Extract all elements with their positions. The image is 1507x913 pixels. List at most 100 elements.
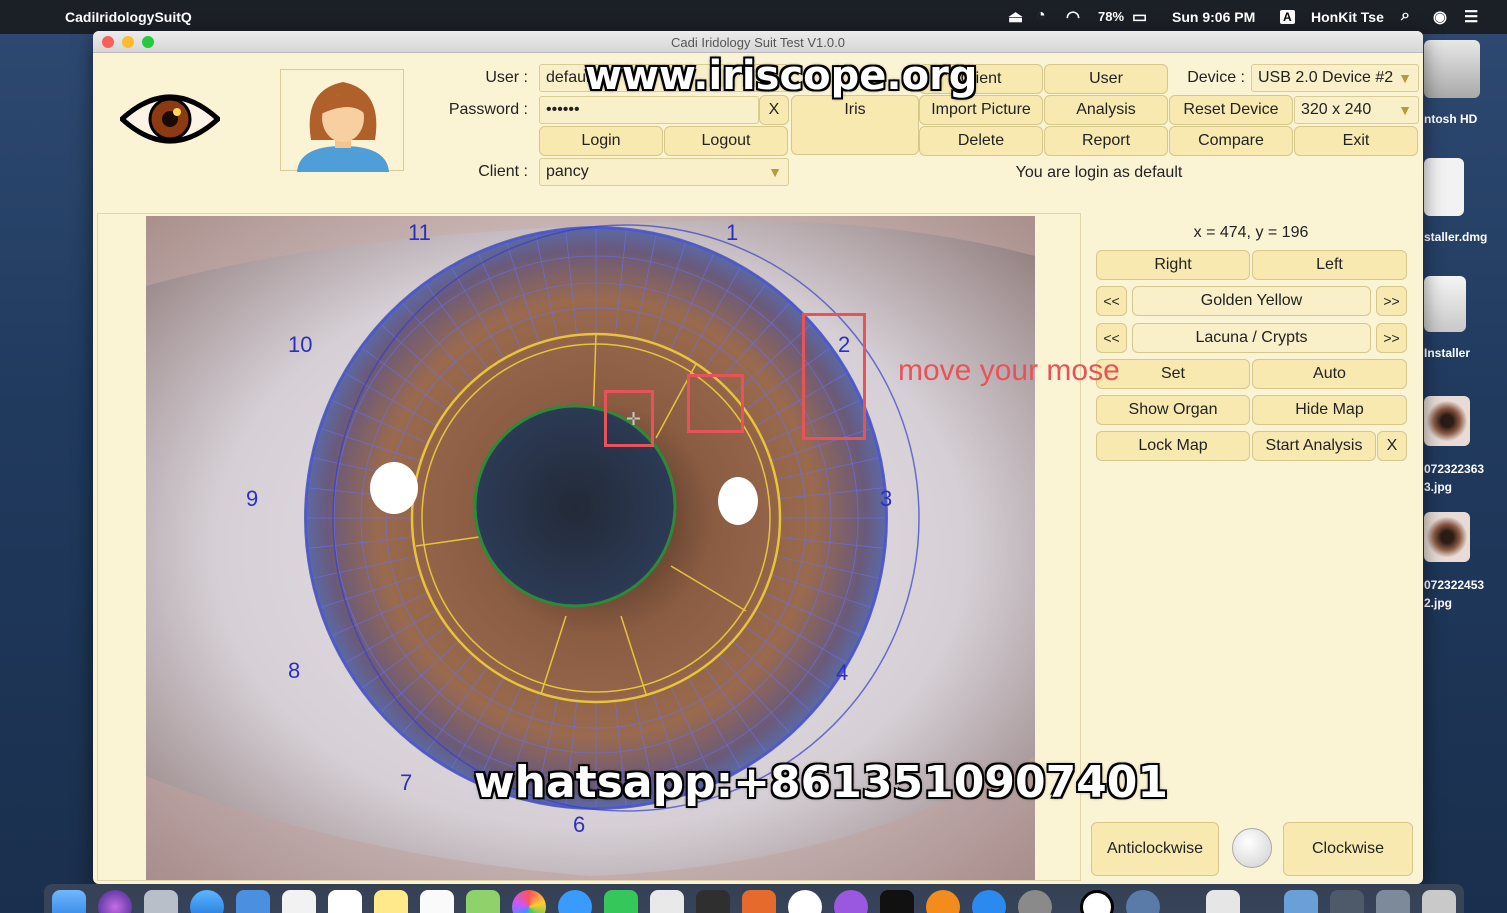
desktop-icon-label: 3.jpg [1424,480,1453,494]
device-select-value: USB 2.0 Device #2 [1258,69,1394,86]
user-button[interactable]: User [1044,64,1168,94]
resolution-select-value: 320 x 240 [1301,101,1372,118]
chevron-down-icon: ▼ [768,164,782,180]
downloads-folder-icon[interactable] [1284,890,1318,913]
password-field[interactable]: •••••• [539,96,759,124]
input-source[interactable]: A [1280,10,1295,24]
trash-icon[interactable] [1422,890,1456,913]
user-avatar-frame [280,69,404,172]
reset-device-button[interactable]: Reset Device [1169,95,1293,125]
coordinates-readout: x = 474, y = 196 [1193,224,1309,241]
folder-stack-icon[interactable] [1376,890,1410,913]
wifi-icon[interactable]: ◠ [1066,7,1080,27]
watermark-website: www.iriscope.org [585,53,978,99]
left-eye-button[interactable]: Left [1252,250,1407,280]
avatar [297,82,389,172]
next-feature-button[interactable]: >> [1376,323,1407,353]
watermark-whatsapp: whatsapp:+8613510907401 [474,757,1169,808]
clock-number: 7 [400,770,412,795]
status-circle-icon[interactable]: ◔ [1036,7,1046,25]
launchpad-icon[interactable] [144,890,178,913]
battery-percent[interactable]: 78% [1098,9,1124,24]
notes-icon[interactable] [374,890,408,913]
hard-drive-icon [1424,40,1480,98]
rotation-knob[interactable] [1232,828,1272,868]
report-button[interactable]: Report [1044,126,1168,156]
user-name[interactable]: HonKit Tse [1311,9,1384,25]
system-preferences-icon[interactable] [1018,890,1052,913]
desktop-icon-label: Installer [1424,346,1471,360]
compare-button[interactable]: Compare [1169,126,1293,156]
tv-icon[interactable] [880,890,914,913]
screenshot-stack-icon[interactable] [1330,890,1364,913]
document-icon[interactable] [1206,890,1240,913]
window-title: Cadi Iridology Suit Test V1.0.0 [671,35,845,50]
podcasts-icon[interactable] [834,890,868,913]
annotation-box-collarette [687,374,744,433]
desktop-icon-label: 2.jpg [1424,596,1453,610]
app-icon[interactable] [1126,890,1160,913]
lock-map-button[interactable]: Lock Map [1096,431,1250,461]
finder-icon[interactable] [52,890,86,913]
numbers-icon[interactable] [696,890,730,913]
next-color-button[interactable]: >> [1376,286,1407,316]
calendar-icon[interactable] [328,890,362,913]
messages-icon[interactable] [558,890,592,913]
hide-map-button[interactable]: Hide Map [1252,395,1407,425]
facetime-icon[interactable] [604,890,638,913]
analysis-button[interactable]: Analysis [1044,95,1168,125]
iris-button[interactable]: Iris [791,95,919,155]
auto-button[interactable]: Auto [1252,359,1407,389]
app-store-icon[interactable] [972,890,1006,913]
delete-button[interactable]: Delete [919,126,1043,156]
right-eye-button[interactable]: Right [1096,250,1250,280]
show-organ-button[interactable]: Show Organ [1096,395,1250,425]
keynote-icon[interactable] [742,890,776,913]
import-picture-button[interactable]: Import Picture [919,95,1043,125]
resolution-select[interactable]: 320 x 240 ▼ [1294,96,1419,124]
clock-number: 11 [408,220,431,245]
dmg-icon [1424,158,1464,216]
clock-number: 10 [288,332,312,357]
feature-display: Lacuna / Crypts [1132,323,1371,353]
logout-button[interactable]: Logout [664,126,788,156]
obs-icon[interactable] [1080,890,1114,913]
anticlockwise-button[interactable]: Anticlockwise [1091,822,1219,876]
instruction-text: move your mose [898,354,1120,387]
maps-icon[interactable] [466,890,500,913]
notification-center-icon[interactable]: ☰ [1464,7,1478,27]
annotation-box-pupil [604,390,654,447]
exit-button[interactable]: Exit [1294,126,1418,156]
clock[interactable]: Sun 9:06 PM [1172,9,1255,25]
desktop-icon-label: staller.dmg [1424,230,1488,244]
login-button[interactable]: Login [539,126,663,156]
clear-password-button[interactable]: X [759,95,789,125]
siri-icon[interactable]: ◉ [1433,7,1447,27]
mail-icon[interactable] [236,890,270,913]
safari-icon[interactable] [190,890,224,913]
books-icon[interactable] [926,890,960,913]
start-analysis-button[interactable]: Start Analysis [1252,431,1376,461]
clockwise-button[interactable]: Clockwise [1283,822,1413,876]
music-icon[interactable] [788,890,822,913]
prev-feature-button[interactable]: << [1096,323,1127,353]
clock-number: 1 [726,220,738,245]
siri-dock-icon[interactable] [98,890,132,913]
prev-color-button[interactable]: << [1096,286,1127,316]
battery-icon[interactable]: ▭ [1132,7,1147,27]
client-select[interactable]: pancy ▼ [539,158,789,186]
desktop-icon-label: 072322363 [1424,462,1485,476]
reminders-icon[interactable] [420,890,454,913]
contacts-icon[interactable] [282,890,316,913]
light-reflection-right [718,477,758,525]
spotlight-search-icon[interactable]: ⌕ [1401,7,1410,25]
desktop-icon-label: ntosh HD [1424,112,1478,126]
title-bar: Cadi Iridology Suit Test V1.0.0 [93,31,1423,53]
clock-number: 4 [836,660,848,685]
photos-icon[interactable] [512,890,546,913]
close-analysis-button[interactable]: X [1377,431,1407,461]
device-select[interactable]: USB 2.0 Device #2 ▼ [1251,64,1419,92]
menu-app-name[interactable]: CadiIridologySuitQ [65,9,192,25]
preview-icon[interactable] [650,890,684,913]
eject-icon[interactable]: ⏏ [1008,7,1023,27]
